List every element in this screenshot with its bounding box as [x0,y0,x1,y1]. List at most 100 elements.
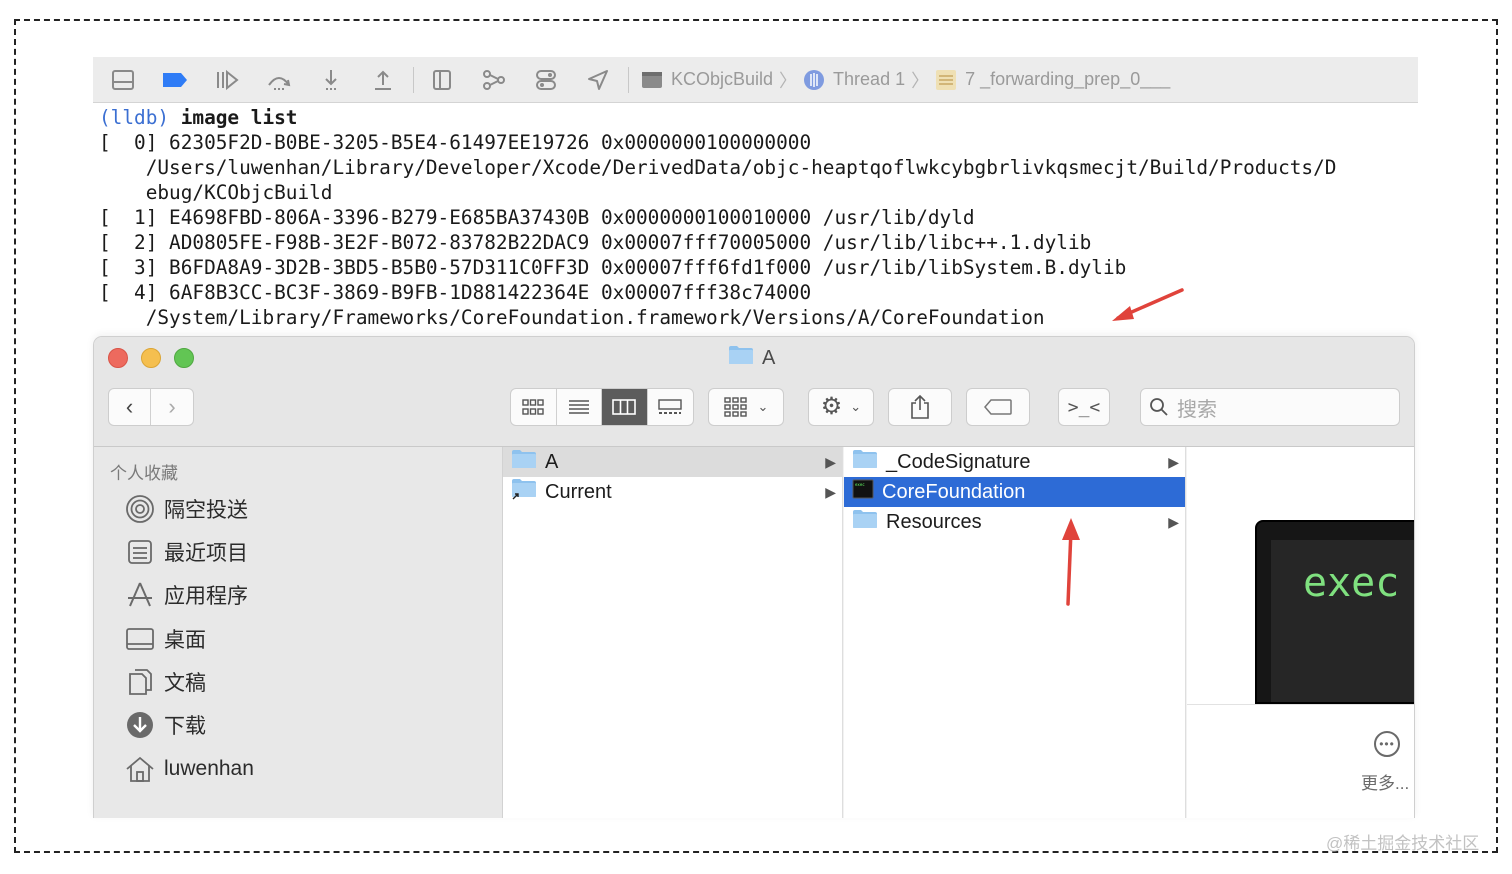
breadcrumb-frame[interactable]: 7 _forwarding_prep_0___ [935,69,1170,91]
environment-overrides-icon[interactable] [530,66,562,94]
hide-debug-area-icon[interactable] [107,66,139,94]
lldb-console[interactable]: (lldb) image list [ 0] 62305F2D-B0BE-320… [93,103,1418,339]
finder-column-1: A ▶ Current ▶ [503,447,843,818]
list-item-label: _CodeSignature [886,450,1031,473]
console-line: [ 1] E4698FBD-806A-3396-B279-E685BA37430… [99,206,975,229]
minimize-window-button[interactable] [141,348,161,368]
list-item-codesignature[interactable]: _CodeSignature ▶ [844,447,1185,477]
finder-toolbar: A ‹ › ⌄ ⚙ ⌄ >_< 搜索 [94,337,1414,447]
exec-file-preview: exec [1255,520,1414,704]
action-menu-button[interactable]: ⚙ ⌄ [808,388,874,426]
list-item-label: A [545,450,559,473]
step-out-icon[interactable] [367,66,399,94]
column-view-icon [612,399,637,415]
view-mode-segmented [510,388,694,426]
sidebar-item-airdrop[interactable]: 隔空投送 [124,493,248,525]
memory-graph-icon[interactable] [478,66,510,94]
step-into-icon[interactable] [315,66,347,94]
window-title-text: A [762,346,776,369]
preview-screen: exec [1271,540,1414,702]
chevron-left-icon: ‹ [125,394,134,419]
breadcrumb-thread[interactable]: Thread 1 〉 [803,67,929,93]
breadcrumb-label: Thread 1 [833,69,906,89]
sidebar-item-home[interactable]: luwenhan [124,753,254,785]
sidebar-item-downloads[interactable]: 下载 [124,709,206,741]
sidebar-item-label: 隔空投送 [164,499,248,522]
console-line: /System/Library/Frameworks/CoreFoundatio… [99,306,1045,329]
disclosure-arrow-icon: ▶ [1168,453,1179,470]
list-view-button[interactable] [557,389,602,425]
sidebar-item-label: 应用程序 [164,585,248,608]
share-icon [911,394,929,419]
sidebar-item-applications[interactable]: 应用程序 [124,579,248,611]
list-item-current[interactable]: Current ▶ [503,477,842,507]
terminal-icon: >_< [1067,396,1101,418]
icon-view-button[interactable] [511,389,557,425]
column-view-button[interactable] [602,389,648,425]
lldb-prompt: (lldb) [99,106,170,129]
group-by-button[interactable]: ⌄ [708,388,784,426]
app-target-icon [641,69,663,91]
toolbar-separator [413,66,414,93]
unix-executable-icon: exec [852,479,874,505]
gear-icon: ⚙ [820,393,843,420]
open-in-terminal-button[interactable]: >_< [1058,388,1110,426]
preview-pane: exec ••• 更多... [1187,447,1414,818]
sidebar-item-documents[interactable]: 文稿 [124,666,206,698]
more-label[interactable]: 更多... [1361,769,1409,794]
list-item-label: CoreFoundation [882,480,1026,503]
exec-label: exec [1303,560,1400,606]
close-window-button[interactable] [108,348,128,368]
list-item-resources[interactable]: Resources ▶ [844,507,1185,537]
disclosure-arrow-icon: ▶ [825,483,836,500]
debug-view-hierarchy-icon[interactable] [426,66,458,94]
search-field[interactable]: 搜索 [1140,388,1400,426]
thread-icon [803,69,825,91]
gallery-view-icon [658,399,682,414]
continue-icon[interactable] [211,66,243,94]
recents-icon [124,536,156,568]
list-item-A[interactable]: A ▶ [503,447,842,477]
console-command-line: (lldb) image list [99,105,297,130]
breakpoints-toggle-icon[interactable] [159,66,191,94]
finder-window: A ‹ › ⌄ ⚙ ⌄ >_< 搜索 个人收藏 隔空投送 最近项目 应用程序 桌… [93,336,1415,818]
home-icon [124,753,156,785]
console-line: /Users/luwenhan/Library/Developer/Xcode/… [99,156,1337,179]
edit-tags-button[interactable] [966,388,1030,426]
list-view-icon [568,400,589,414]
breadcrumb-target[interactable]: KCObjcBuild 〉 [641,67,797,93]
airdrop-icon [124,493,156,525]
search-placeholder: 搜索 [1177,398,1217,421]
search-icon [1150,398,1168,416]
forward-button[interactable]: › [151,389,193,425]
simulate-location-icon[interactable] [582,66,614,94]
list-item-label: Current [545,480,612,503]
console-command: image list [180,106,298,129]
breadcrumb-label: 7 _forwarding_prep_0___ [965,69,1171,89]
tag-icon [984,399,1012,415]
svg-text:exec: exec [855,482,865,487]
icon-view-icon [522,399,544,415]
list-item-corefoundation[interactable]: exec CoreFoundation [844,477,1185,507]
step-over-icon[interactable] [263,66,295,94]
stack-frame-icon [935,69,957,91]
preview-actions: ••• 更多... [1187,704,1414,818]
folder-icon [852,449,878,475]
chevron-right-icon: 〉 [779,70,798,91]
sidebar-item-recents[interactable]: 最近项目 [124,536,248,568]
console-line: [ 3] B6FDA8A9-3D2B-3BD5-B5B0-57D311C0FF3… [99,256,1127,279]
share-button[interactable] [888,388,952,426]
gallery-view-button[interactable] [648,389,693,425]
zoom-window-button[interactable] [174,348,194,368]
desktop-icon [124,623,156,655]
chevron-right-icon: › [168,394,176,419]
console-line: [ 2] AD0805FE-F98B-3E2F-B072-83782B22DAC… [99,231,1092,254]
navigation-buttons: ‹ › [108,388,194,426]
more-icon[interactable]: ••• [1374,731,1400,757]
disclosure-arrow-icon: ▶ [1168,513,1179,530]
toolbar-separator [628,66,629,93]
back-button[interactable]: ‹ [109,389,152,425]
sidebar-item-desktop[interactable]: 桌面 [124,623,206,655]
sidebar-item-label: luwenhan [164,757,254,780]
sidebar-item-label: 最近项目 [164,542,248,565]
